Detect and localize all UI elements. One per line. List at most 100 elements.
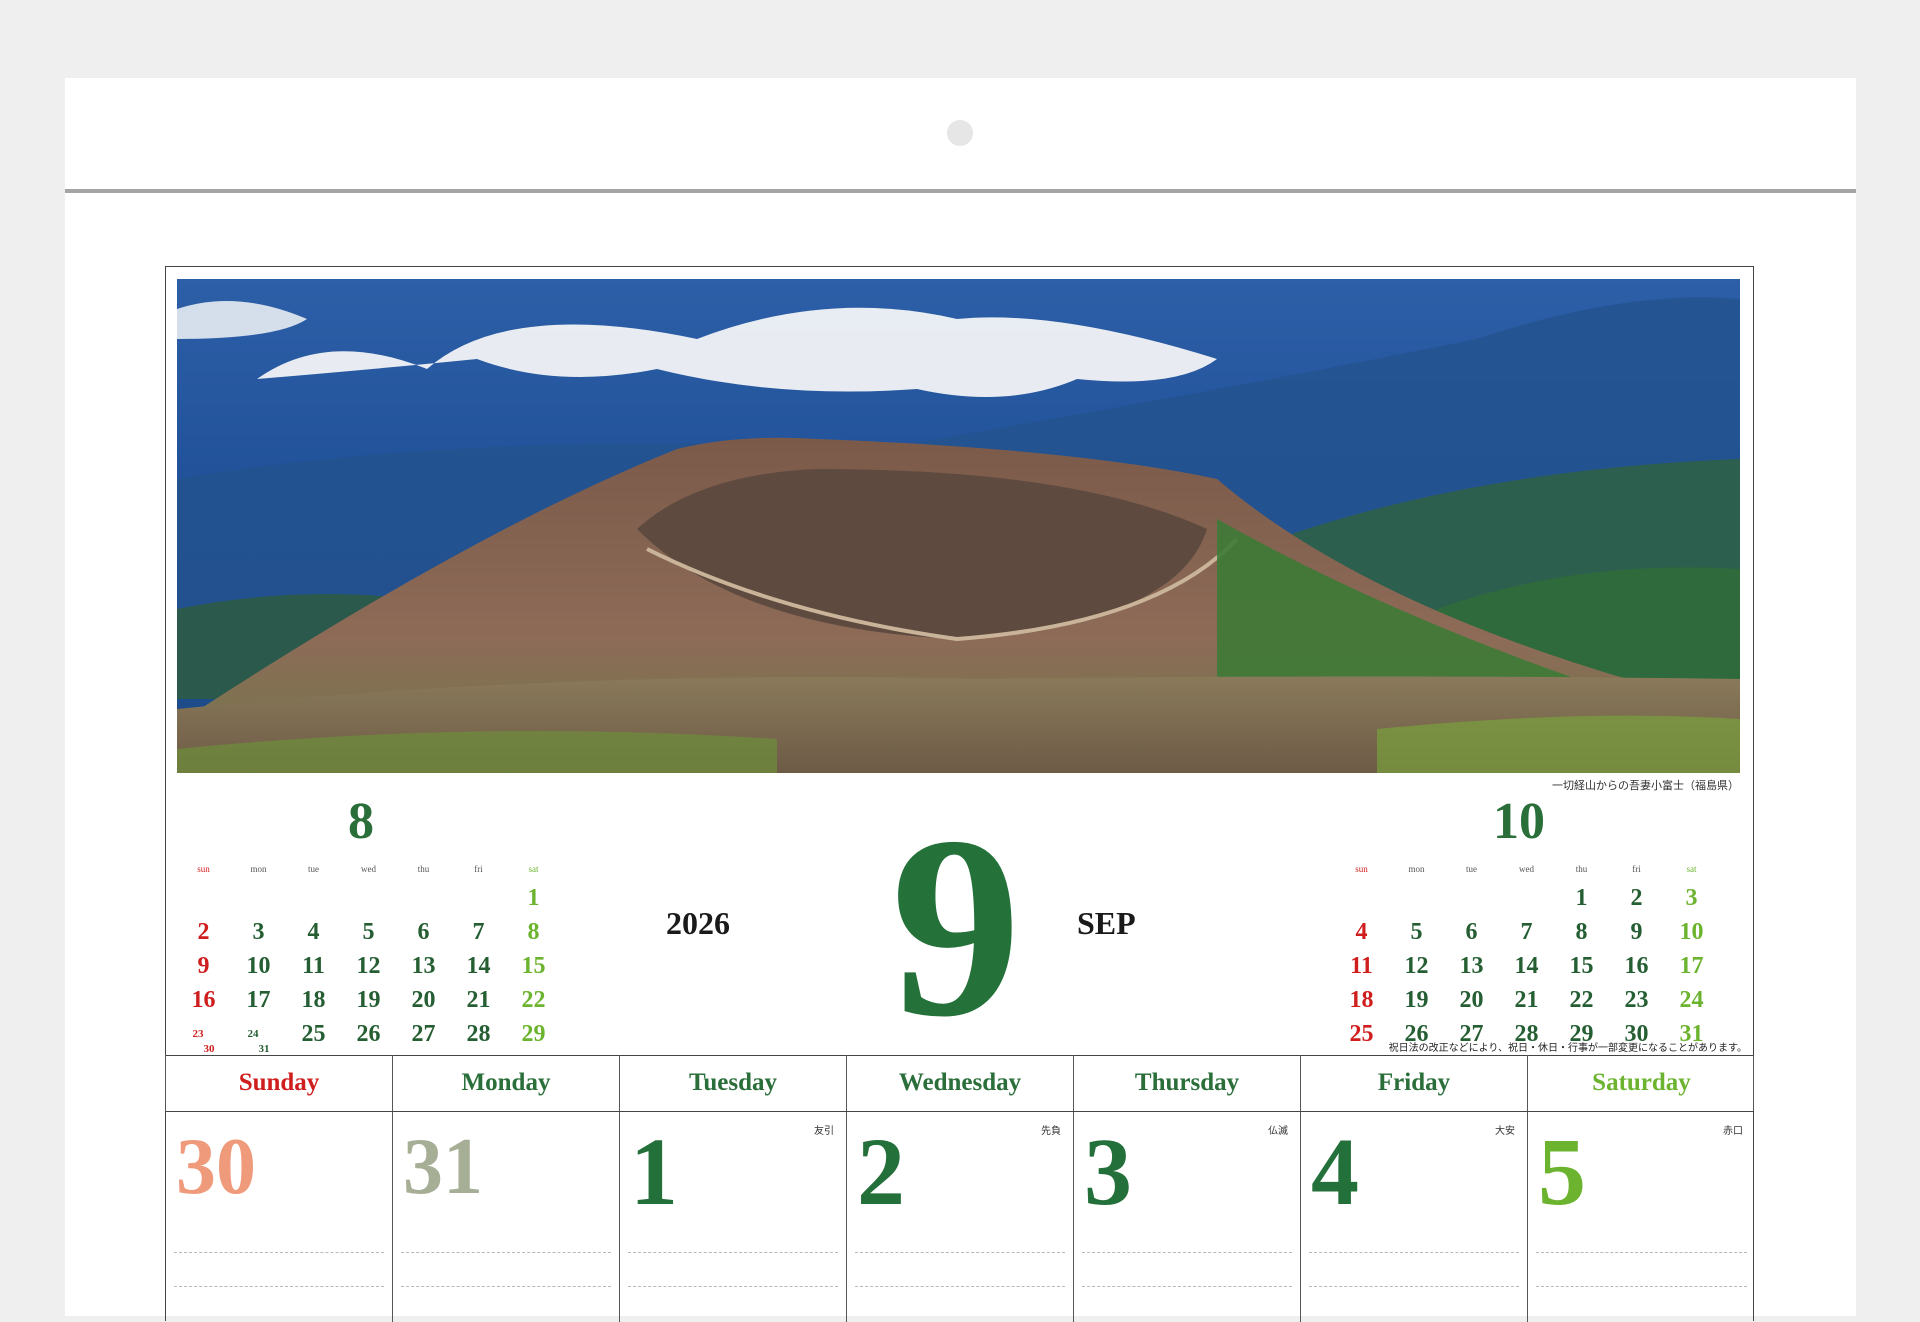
mini-weekday-label: sun <box>197 864 210 874</box>
mini-day: 29 <box>521 1021 546 1047</box>
weekday-saturday: Saturday <box>1592 1069 1691 1096</box>
mini-weekday-label: wed <box>1519 864 1534 874</box>
header-panel: 一切経山からの吾妻小富士（福島県） 8 sun mon tue wed thu fri sa… <box>165 266 1754 1071</box>
mini-day: 9 <box>197 953 210 979</box>
day-cell[interactable]: 4 大安 <box>1301 1112 1528 1322</box>
rokuyo-label: 赤口 <box>1723 1126 1743 1137</box>
day-number: 5 <box>1538 1118 1586 1225</box>
rokuyo-label: 仏滅 <box>1268 1126 1288 1137</box>
day-number: 2 <box>857 1118 905 1225</box>
mini-day: 13 <box>411 953 436 979</box>
memo-line <box>401 1286 611 1287</box>
mini-day: 16 <box>1624 953 1649 979</box>
memo-line <box>855 1286 1065 1287</box>
mini-day: 6 <box>1465 919 1478 945</box>
next-month-weekday-row: sun mon tue wed thu fri sat <box>1334 864 1704 878</box>
memo-line <box>174 1252 384 1253</box>
mini-day: 9 <box>1630 919 1643 945</box>
mini-day: 1 <box>527 885 540 911</box>
mini-day: 3 <box>1685 885 1698 911</box>
mini-day: 24 <box>1679 987 1704 1013</box>
mini-day: 21 <box>466 987 491 1013</box>
day-cell[interactable]: 3 仏滅 <box>1074 1112 1301 1322</box>
rokuyo-label: 友引 <box>814 1126 834 1137</box>
mini-day: 22 <box>1569 987 1594 1013</box>
mini-day: 20 <box>1459 987 1484 1013</box>
mini-day: 11 <box>1350 953 1373 979</box>
rokuyo-label: 先負 <box>1041 1126 1061 1137</box>
mini-day: 23 <box>1624 987 1649 1013</box>
mini-day: 4 <box>307 919 320 945</box>
mini-day: 11 <box>302 953 325 979</box>
mini-day: 19 <box>1404 987 1429 1013</box>
memo-line <box>628 1252 838 1253</box>
mini-day: 13 <box>1459 953 1484 979</box>
mini-day: 8 <box>1575 919 1588 945</box>
week-grid: 30 31 1 友引 2 先負 3 仏滅 4 大安 5 赤口 <box>165 1111 1755 1322</box>
mini-day: 12 <box>356 953 381 979</box>
mini-weekday-label: mon <box>250 864 267 874</box>
mini-day: 25 <box>1349 1021 1374 1047</box>
previous-month-title: 8 <box>348 793 374 850</box>
mini-weekday-label: fri <box>1632 864 1641 874</box>
mini-day: 5 <box>1410 919 1423 945</box>
mini-day: 2 <box>197 919 210 945</box>
weekday-monday: Monday <box>393 1055 620 1111</box>
mini-day: 17 <box>246 987 271 1013</box>
rokuyo-label: 大安 <box>1495 1126 1515 1137</box>
mini-day: 14 <box>1514 953 1539 979</box>
day-cell[interactable]: 5 赤口 <box>1528 1112 1755 1322</box>
mini-day: 12 <box>1404 953 1429 979</box>
day-cell[interactable]: 2 先負 <box>847 1112 1074 1322</box>
day-number: 1 <box>630 1118 678 1225</box>
mini-day: 8 <box>527 919 540 945</box>
year-label: 2026 <box>666 905 730 941</box>
mini-weekday-label: tue <box>308 864 319 874</box>
day-cell[interactable]: 30 <box>166 1112 393 1322</box>
mini-weekday-label: thu <box>417 864 430 874</box>
mini-day: 18 <box>301 987 326 1013</box>
day-cell[interactable]: 1 友引 <box>620 1112 847 1322</box>
mini-day: 19 <box>356 987 381 1013</box>
hanging-hole <box>947 120 973 146</box>
photo-caption: 一切経山からの吾妻小富士（福島県） <box>1552 779 1739 792</box>
mini-day: 4 <box>1355 919 1368 945</box>
mini-weekday-label: fri <box>474 864 483 874</box>
mini-day: 16 <box>191 987 216 1013</box>
mini-day: 26 <box>356 1021 381 1047</box>
weekday-header: Sunday Monday Tuesday Wednesday Thursday Frid… <box>165 1055 1754 1111</box>
mini-day: 28 <box>466 1021 491 1047</box>
mini-day: 2330 <box>192 1028 215 1055</box>
mini-day: 7 <box>1520 919 1533 945</box>
mini-weekday-label: mon <box>1408 864 1425 874</box>
next-month-title: 10 <box>1493 793 1545 850</box>
weekday-thursday: Thursday <box>1074 1055 1301 1111</box>
mini-day: 21 <box>1514 987 1539 1013</box>
mini-weekday-label: sat <box>528 864 539 874</box>
mini-day: 1 <box>1575 885 1588 911</box>
month-abbreviation: SEP <box>1077 905 1136 941</box>
memo-line <box>628 1286 838 1287</box>
memo-line <box>1082 1286 1292 1287</box>
memo-line <box>174 1286 384 1287</box>
mini-day: 14 <box>466 953 491 979</box>
memo-line <box>1309 1286 1519 1287</box>
day-cell[interactable]: 31 <box>393 1112 620 1322</box>
day-number: 30 <box>176 1123 256 1211</box>
memo-line <box>1536 1252 1747 1253</box>
mini-day: 6 <box>417 919 430 945</box>
memo-line <box>855 1252 1065 1253</box>
weekday-friday: Friday <box>1301 1055 1528 1111</box>
mini-day: 3 <box>252 919 265 945</box>
mini-day: 7 <box>472 919 485 945</box>
calendar-sheet: 一切経山からの吾妻小富士（福島県） 8 sun mon tue wed thu fri sa… <box>65 78 1856 1322</box>
mini-weekday-label: thu <box>1575 864 1588 874</box>
holiday-notice: 祝日法の改正などにより、祝日・休日・行事が一部変更になることがあります。 <box>1388 1043 1747 1054</box>
mini-weekday-label: sun <box>1355 864 1368 874</box>
memo-line <box>1082 1252 1292 1253</box>
hanger-strip <box>65 78 1856 193</box>
mini-day: 15 <box>1569 953 1594 979</box>
mini-day: 10 <box>1679 919 1704 945</box>
landscape-photo <box>177 279 1740 773</box>
month-number: 9 <box>891 783 1021 1071</box>
